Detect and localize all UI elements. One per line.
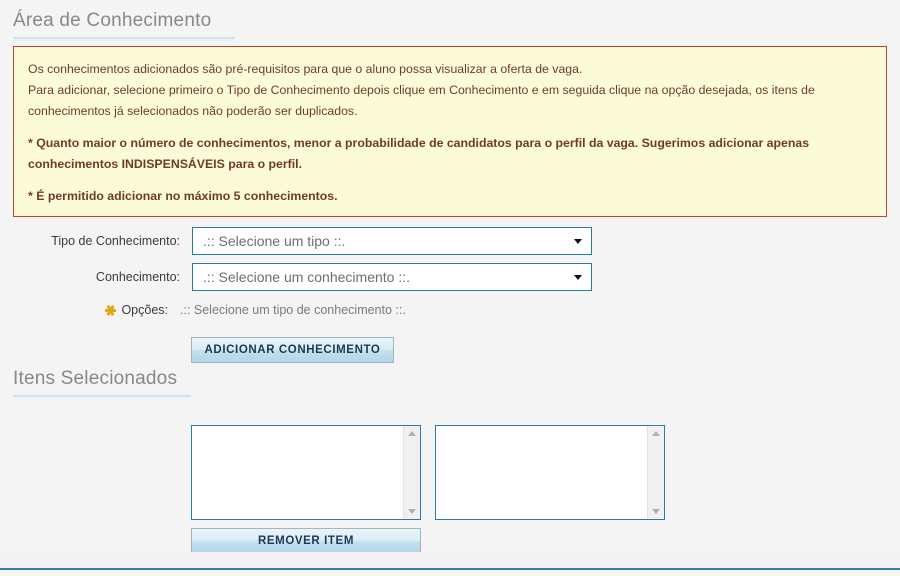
select-conhecimento-value: .:: Selecione um conhecimento ::. <box>203 269 410 285</box>
form-row-opcoes: Opções: .:: Selecione um tipo de conheci… <box>20 303 406 317</box>
scroll-down-arrow-icon[interactable] <box>652 509 660 514</box>
form-row-tipo-conhecimento: Tipo de Conhecimento: .:: Selecione um t… <box>20 227 592 255</box>
selected-items-listbox-left[interactable] <box>191 425 421 520</box>
remove-item-button-label: REMOVER ITEM <box>257 535 354 547</box>
page-title-text: Área de Conhecimento <box>13 10 212 31</box>
listbox-right-content[interactable] <box>436 426 648 519</box>
asterisk-icon <box>105 304 117 316</box>
selected-items-title-text: Itens Selecionados <box>13 368 178 389</box>
opcoes-label-wrap: Opções: <box>20 303 180 317</box>
listbox-left-scrollbar[interactable] <box>403 426 420 519</box>
chevron-down-icon <box>574 275 582 280</box>
add-knowledge-button[interactable]: ADICIONAR CONHECIMENTO <box>191 337 394 363</box>
footer-rule <box>0 568 900 570</box>
select-conhecimento[interactable]: .:: Selecione um conhecimento ::. <box>192 263 592 291</box>
label-opcoes: Opções: <box>121 303 168 317</box>
scroll-down-arrow-icon[interactable] <box>408 509 416 514</box>
selected-items-listbox-right[interactable] <box>435 425 665 520</box>
info-line: Para adicionar, selecione primeiro o Tip… <box>28 83 815 97</box>
selected-items-title: Itens Selecionados <box>13 368 191 399</box>
remove-item-button[interactable]: REMOVER ITEM <box>191 528 421 554</box>
opcoes-value: .:: Selecione um tipo de conhecimento ::… <box>180 303 406 317</box>
footer-strip <box>0 552 900 568</box>
info-box: Os conhecimentos adicionados são pré-req… <box>13 46 887 217</box>
listbox-right-scrollbar[interactable] <box>647 426 664 519</box>
page-title: Área de Conhecimento <box>13 10 235 41</box>
add-knowledge-button-label: ADICIONAR CONHECIMENTO <box>204 344 381 356</box>
select-tipo-conhecimento[interactable]: .:: Selecione um tipo ::. <box>192 227 592 255</box>
title-underline <box>13 395 191 399</box>
form-row-conhecimento: Conhecimento: .:: Selecione um conhecime… <box>20 263 592 291</box>
info-limit-note: * É permitido adicionar no máximo 5 conh… <box>28 189 338 203</box>
info-note-line: * Quanto maior o número de conhecimentos… <box>28 136 810 150</box>
select-tipo-conhecimento-value: .:: Selecione um tipo ::. <box>203 233 346 249</box>
info-note-line: conhecimentos INDISPENSÁVEIS para o perf… <box>28 157 303 171</box>
title-underline <box>13 37 235 41</box>
info-line: Os conhecimentos adicionados são pré-req… <box>28 62 583 76</box>
label-conhecimento: Conhecimento: <box>95 270 180 284</box>
listbox-left-content[interactable] <box>192 426 404 519</box>
chevron-down-icon <box>574 239 582 244</box>
scroll-up-arrow-icon[interactable] <box>652 431 660 436</box>
label-tipo-conhecimento: Tipo de Conhecimento: <box>51 234 180 248</box>
page-root: Área de Conhecimento Os conhecimentos ad… <box>0 0 900 576</box>
info-line: conhecimentos já selecionados não poderã… <box>28 104 358 118</box>
scroll-up-arrow-icon[interactable] <box>408 431 416 436</box>
